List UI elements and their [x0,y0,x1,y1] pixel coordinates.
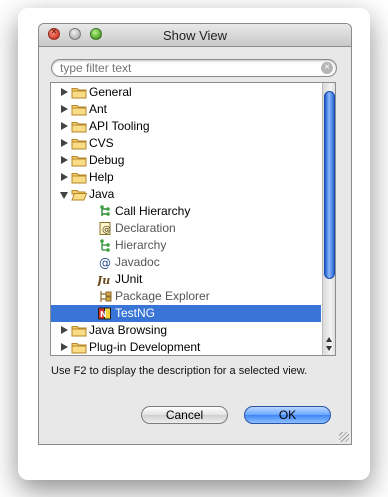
tree-item-label: TestNG [115,306,156,320]
tree-item-label: Package Explorer [115,289,210,303]
scroll-up-arrow-icon[interactable] [326,337,332,342]
tree-item[interactable]: Help [51,169,321,186]
filter-input[interactable] [60,61,310,75]
call-hierarchy-icon [97,205,113,218]
tree-item-label: Hierarchy [115,238,167,252]
tree-item[interactable]: Ant [51,101,321,118]
folder-icon [71,103,87,116]
tree-item-label: Plug-in Development [89,340,201,354]
tree-item[interactable]: Java Browsing [51,322,321,339]
tree-item-label: Javadoc [115,255,160,269]
disclosure-collapsed-icon[interactable] [61,156,68,164]
testng-icon: N [97,307,113,320]
tree-item[interactable]: Hierarchy [51,237,321,254]
folder-icon [71,324,87,337]
tree-item-label: API Tooling [89,119,150,133]
filter-field[interactable]: × [51,59,337,77]
svg-text:Ju: Ju [97,274,110,286]
folder-icon [71,154,87,167]
view-tree[interactable]: General Ant API Tooling CVS Debug Help Java Cal… [50,82,336,356]
tree-item-label: General [89,85,132,99]
tree-item[interactable]: CVS [51,135,321,152]
tree-item[interactable]: Package Explorer [51,288,321,305]
tree-item-label: Declaration [115,221,176,235]
tree-item[interactable]: Debug [51,152,321,169]
scroll-down-arrow-icon[interactable] [326,346,332,351]
clear-search-icon[interactable]: × [321,62,333,74]
svg-text:@: @ [99,256,111,269]
tree-item[interactable]: N TestNG [51,305,321,322]
tree-item-label: Debug [89,153,125,167]
window-title: Show View [162,28,228,43]
folder-icon [71,120,87,133]
tree-item[interactable]: Ju JUnit [51,271,321,288]
folder-open-icon [71,188,88,201]
tree-item[interactable]: Java [51,186,321,203]
folder-icon [71,86,87,99]
tree-item[interactable]: General [51,84,321,101]
tree-item-label: Java [89,187,115,201]
tree-item-label: Call Hierarchy [115,204,191,218]
svg-text:N: N [100,310,107,319]
tree-item-label: Java Browsing [89,323,168,337]
show-view-dialog: Show View × General Ant API Tooling CVS Debu… [38,23,352,445]
description-text: Use F2 to display the description for a … [51,365,308,377]
javadoc-icon: @ [97,256,113,270]
folder-icon [71,171,87,184]
ok-button[interactable]: OK [244,406,331,424]
disclosure-collapsed-icon[interactable] [61,173,68,181]
disclosure-collapsed-icon[interactable] [61,139,68,147]
tree-item[interactable]: Plug-in Development [51,339,321,355]
disclosure-collapsed-icon[interactable] [61,105,68,113]
svg-text:@: @ [102,225,111,235]
hierarchy-icon [97,239,113,252]
title-bar[interactable]: Show View [39,24,351,47]
folder-icon [71,137,87,150]
tree-item-label: Help [89,170,114,184]
disclosure-collapsed-icon[interactable] [61,326,68,334]
tree-item-label: Ant [89,102,108,116]
tree-item[interactable]: Call Hierarchy [51,203,321,220]
package-explorer-icon [97,290,113,303]
disclosure-collapsed-icon[interactable] [61,343,68,351]
disclosure-collapsed-icon[interactable] [61,88,68,96]
disclosure-expanded-icon[interactable] [60,192,68,199]
declaration-icon: @ [97,222,113,235]
resize-grip-icon[interactable] [339,432,349,442]
tree-item[interactable]: @ Javadoc [51,254,321,271]
tree-item[interactable]: @ Declaration [51,220,321,237]
vertical-scrollbar[interactable] [322,83,335,355]
tree-item[interactable]: API Tooling [51,118,321,135]
tree-item-label: CVS [89,136,114,150]
cancel-button[interactable]: Cancel [141,406,228,424]
scrollbar-thumb[interactable] [324,91,335,279]
junit-icon: Ju [95,273,113,287]
folder-icon [71,341,87,354]
disclosure-collapsed-icon[interactable] [61,122,68,130]
tree-item-label: JUnit [115,272,143,286]
